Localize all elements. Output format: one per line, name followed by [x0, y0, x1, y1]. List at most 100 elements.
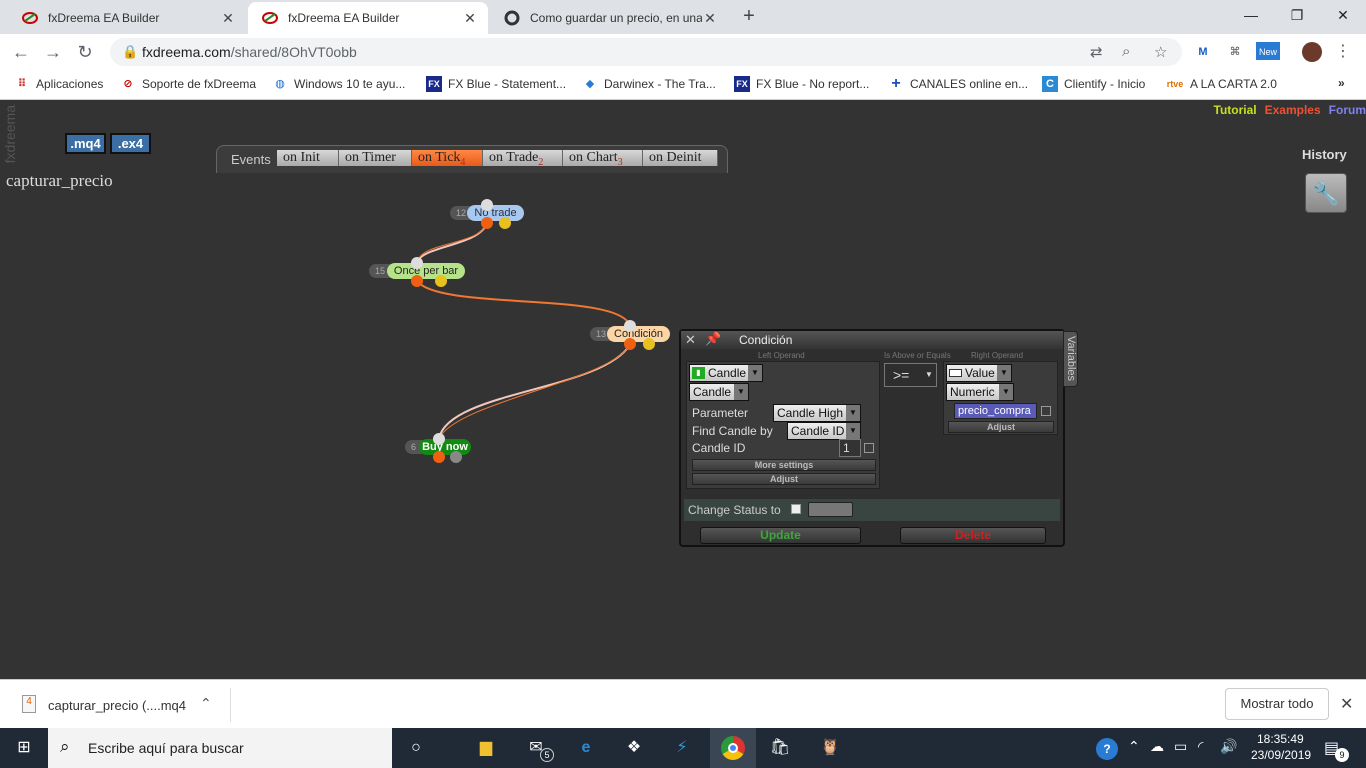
right-sub-select[interactable]: Numeric ▼: [946, 383, 1014, 401]
block-input-port[interactable]: [433, 433, 445, 445]
right-value-checkbox[interactable]: [1041, 406, 1051, 416]
owl-app-icon[interactable]: 🦉: [818, 736, 842, 760]
bookmark-item[interactable]: FX FX Blue - No report...: [734, 76, 869, 92]
pin-icon[interactable]: 📌: [705, 331, 721, 347]
right-adjust-button[interactable]: Adjust: [948, 421, 1054, 433]
variables-tab[interactable]: Variables: [1063, 331, 1078, 387]
wifi-icon[interactable]: ◜: [1198, 738, 1203, 755]
operator-select[interactable]: >= ▼: [884, 363, 937, 387]
candle-id-checkbox[interactable]: [864, 443, 874, 453]
left-adjust-button[interactable]: Adjust: [692, 473, 876, 485]
bookmark-item[interactable]: ⊘ Soporte de fxDreema: [120, 76, 256, 92]
bookmark-item[interactable]: C Clientify - Inicio: [1042, 76, 1145, 92]
reload-icon[interactable]: ↻: [74, 41, 96, 63]
left-sub-select[interactable]: Candle ▼: [689, 383, 749, 401]
block-once-per-bar[interactable]: Once per bar: [387, 263, 465, 279]
candle-id-input[interactable]: 1: [839, 439, 861, 457]
profile-avatar[interactable]: [1302, 42, 1322, 62]
menu-dots-icon[interactable]: ⋮: [1334, 43, 1352, 61]
help-icon[interactable]: ?: [1096, 738, 1118, 760]
onedrive-icon[interactable]: ☁: [1150, 738, 1164, 755]
app-icon[interactable]: ⚡: [670, 736, 694, 760]
find-candle-select[interactable]: Candle ID ▼: [787, 422, 861, 440]
close-tab-icon[interactable]: ✕: [462, 10, 478, 27]
wire-orange: [438, 344, 631, 439]
movistar-extension-icon[interactable]: M: [1194, 43, 1212, 61]
close-tab-icon[interactable]: ✕: [220, 10, 236, 27]
more-bookmarks-icon[interactable]: »: [1338, 76, 1345, 90]
update-button[interactable]: Update: [700, 527, 861, 544]
clock-date[interactable]: 23/09/2019: [1251, 748, 1311, 762]
bookmark-star-icon[interactable]: ☆: [1154, 43, 1167, 61]
clock-time[interactable]: 18:35:49: [1257, 732, 1304, 746]
block-output-port[interactable]: [433, 451, 445, 463]
browser-tab[interactable]: fxDreema EA Builder ✕: [8, 2, 246, 34]
chevron-up-icon[interactable]: ⌃: [200, 695, 212, 712]
block-condicion[interactable]: Condición: [607, 326, 670, 342]
extension-icon[interactable]: ⌘: [1226, 43, 1244, 61]
block-output-port[interactable]: [643, 338, 655, 350]
browser-tab-active[interactable]: fxDreema EA Builder ✕: [248, 2, 488, 34]
url-text[interactable]: fxdreema.com/shared/8OhVT0obb: [142, 44, 357, 60]
bookmark-item[interactable]: rtve A LA CARTA 2.0: [1166, 76, 1277, 92]
block-output-port[interactable]: [435, 275, 447, 287]
more-settings-button[interactable]: More settings: [692, 459, 876, 471]
parameter-select[interactable]: Candle High ▼: [773, 404, 861, 422]
new-extension-icon[interactable]: New: [1256, 42, 1280, 60]
taskbar-search-box[interactable]: ⌕ Escribe aquí para buscar: [48, 728, 392, 768]
dialog-header[interactable]: ✕ 📌 Condición: [681, 331, 1063, 349]
file-explorer-icon[interactable]: ▆: [474, 736, 498, 760]
dropbox-icon[interactable]: ❖: [622, 736, 646, 760]
block-input-port[interactable]: [411, 257, 423, 269]
change-status-label: Change Status to: [688, 503, 781, 517]
bookmark-item[interactable]: FX FX Blue - Statement...: [426, 76, 566, 92]
right-value-input[interactable]: precio_compra: [954, 403, 1037, 419]
close-tab-icon[interactable]: ✕: [702, 10, 718, 27]
right-type-select[interactable]: Value ▼: [946, 364, 1012, 382]
block-no-trade[interactable]: No trade: [467, 205, 524, 221]
block-output-port[interactable]: [481, 217, 493, 229]
block-output-port[interactable]: [499, 217, 511, 229]
back-arrow-icon[interactable]: ←: [10, 41, 32, 63]
param-label: Parameter: [692, 406, 749, 420]
left-type-select[interactable]: ▮ Candle ▼: [689, 364, 763, 382]
zoom-icon[interactable]: ⌕: [1122, 43, 1130, 60]
change-status-checkbox[interactable]: [791, 504, 801, 514]
store-icon[interactable]: 🛍: [768, 736, 792, 760]
tab-title: Como guardar un precio, en una: [530, 11, 702, 25]
address-bar[interactable]: 🔒 fxdreema.com/shared/8OhVT0obb ⇄ ⌕ ☆: [110, 38, 1182, 66]
new-tab-plus-icon[interactable]: +: [738, 5, 760, 27]
battery-icon[interactable]: ▭: [1174, 738, 1187, 755]
block-input-port[interactable]: [481, 199, 493, 211]
block-input-port[interactable]: [624, 320, 636, 332]
status-color-field[interactable]: [808, 502, 853, 517]
windows-start-icon[interactable]: ⊞: [12, 736, 36, 760]
chrome-taskbar-active[interactable]: [710, 728, 756, 768]
forward-arrow-icon[interactable]: →: [42, 41, 64, 63]
close-downloads-icon[interactable]: ✕: [1340, 694, 1353, 714]
block-output-port[interactable]: [624, 338, 636, 350]
notification-count: 9: [1335, 748, 1349, 762]
bookmark-item[interactable]: + CANALES online en...: [888, 76, 1028, 92]
chevron-up-icon[interactable]: ⌃: [1128, 738, 1140, 755]
task-view-icon[interactable]: ○: [404, 736, 428, 760]
translate-icon[interactable]: ⇄: [1090, 43, 1103, 61]
close-dialog-icon[interactable]: ✕: [685, 332, 696, 348]
download-file-name[interactable]: capturar_precio (....mq4: [48, 698, 186, 713]
bookmark-item[interactable]: ◍ Windows 10 te ayu...: [272, 76, 405, 92]
bookmark-apps[interactable]: ⠿ Aplicaciones: [14, 76, 104, 92]
edge-icon[interactable]: e: [574, 736, 598, 760]
block-output-port[interactable]: [450, 451, 462, 463]
show-all-downloads-button[interactable]: Mostrar todo: [1225, 688, 1329, 720]
block-buy-now[interactable]: Buy now: [419, 439, 471, 455]
delete-button[interactable]: Delete: [900, 527, 1046, 544]
search-icon: ⌕: [60, 737, 70, 756]
tab-title: fxDreema EA Builder: [48, 11, 160, 25]
volume-icon[interactable]: 🔊: [1220, 738, 1237, 755]
close-window-icon[interactable]: ✕: [1328, 4, 1358, 26]
block-output-port[interactable]: [411, 275, 423, 287]
minimize-icon[interactable]: —: [1236, 4, 1266, 26]
maximize-icon[interactable]: ❐: [1282, 4, 1312, 26]
bookmark-item[interactable]: ◆ Darwinex - The Tra...: [582, 76, 716, 92]
browser-tab[interactable]: Como guardar un precio, en una ✕: [490, 2, 728, 34]
